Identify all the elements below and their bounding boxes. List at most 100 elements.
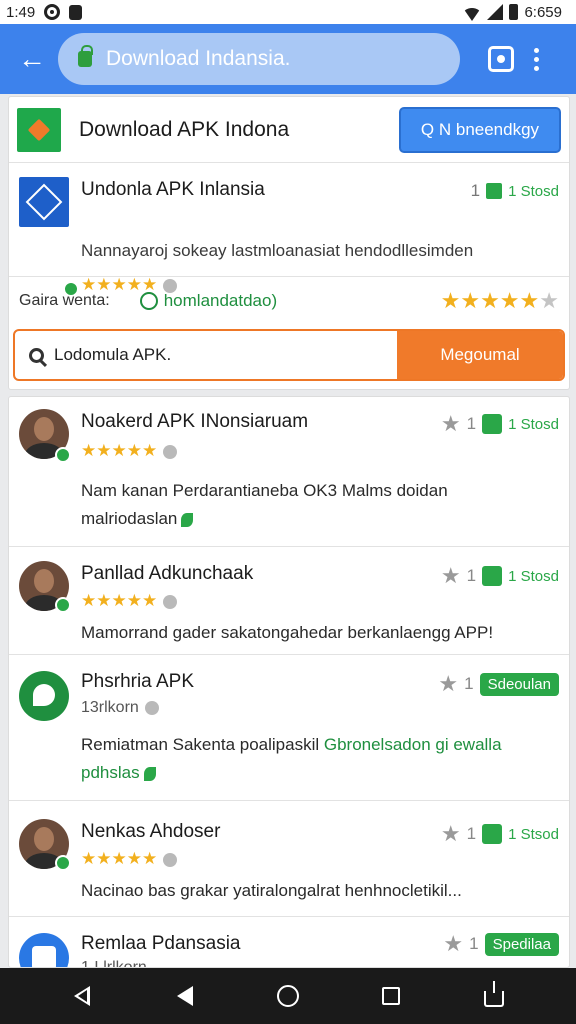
check-icon — [482, 566, 503, 586]
review-badge[interactable]: Sdeoulan — [479, 672, 559, 696]
list-item[interactable]: Phsrhria APK 13rlkorn ★ 1 Sdeoulan Remia… — [9, 655, 569, 801]
verified-badge-icon — [55, 597, 71, 613]
back-arrow-icon[interactable]: ← — [12, 39, 52, 79]
url-text: Download Indansia. — [106, 47, 291, 70]
search-icon — [29, 347, 44, 363]
review-body: Nam kanan Perdarantianeba OK3 Malms doid… — [81, 477, 539, 533]
home-icon[interactable] — [266, 974, 310, 1018]
rating-stars: ★★★★★ — [81, 441, 178, 461]
info-icon — [163, 444, 178, 459]
chat-icon — [139, 292, 158, 310]
review-name: Remlaa Pdansasia — [81, 933, 241, 954]
meta-count: 1 — [470, 181, 481, 200]
generate-link-text: homlandatdao) — [163, 291, 278, 310]
app-logo-icon — [19, 671, 69, 721]
generate-label: Gaira wenta: — [19, 292, 110, 309]
share-icon[interactable] — [472, 974, 516, 1018]
list-item[interactable]: Panllad Adkunchaak ★★★★★ ★ 1 1 Stosd Mam… — [9, 547, 569, 655]
review-body-green: malriodaslan — [81, 509, 178, 528]
review-meta: ★ 1 1 Stosd — [441, 563, 559, 589]
tabs-icon[interactable] — [488, 46, 514, 72]
url-bar[interactable]: Download Indansia. — [58, 33, 460, 85]
review-name: Noakerd APK INonsiaruam — [81, 411, 309, 432]
lock-icon — [78, 45, 93, 67]
featured-card: Download APK Indona Q N bneendkgy Undonl… — [8, 96, 570, 390]
review-count: 1 — [466, 414, 477, 433]
generate-rating-stars[interactable]: ★★★★★★ — [441, 288, 559, 314]
review-body-text: Mamorrand gader sakatongahedar berkanlae… — [81, 623, 494, 642]
search-value: Lodomula APK. — [54, 345, 172, 364]
review-body-text: Remiatman Sakenta poalipaskil — [81, 735, 324, 754]
search-button[interactable]: Megoumal — [397, 331, 563, 379]
status-clock: 6:659 — [524, 3, 562, 21]
review-body-text: Nam kanan Perdarantianeba OK3 Malms doid… — [81, 481, 448, 500]
star-icon: ★ — [440, 821, 461, 846]
sim-icon — [69, 4, 83, 20]
review-sub: 1 Llrlkorn — [81, 959, 147, 968]
review-body: Mamorrand gader sakatongahedar berkanlae… — [81, 619, 559, 647]
review-body-green-inline: Gbronelsadon gi ewalla — [323, 735, 502, 754]
review-badge[interactable]: Spedilaa — [484, 932, 559, 956]
star-icon: ★ — [440, 563, 461, 588]
review-body: Remiatman Sakenta poalipaskil Gbronelsad… — [81, 731, 559, 787]
search-input[interactable]: Lodomula APK. — [15, 331, 397, 379]
featured-app-title: Undonla APK Inlansia — [81, 179, 265, 200]
page-header: Download APK Indona Q N bneendkgy — [9, 97, 569, 163]
verified-badge-icon — [55, 855, 71, 871]
review-meta: ★ 1 Sdeoulan — [438, 671, 559, 697]
app-icon — [19, 177, 69, 227]
review-name: Panllad Adkunchaak — [81, 563, 254, 584]
rating-stars: ★★★★★ — [81, 591, 178, 611]
wifi-icon — [463, 7, 482, 21]
review-body-text: Nacinao bas grakar yatiralongalrat henhn… — [81, 881, 462, 900]
leaf-icon — [181, 512, 194, 527]
review-count: 1 — [464, 674, 474, 693]
thumbs-up-icon — [486, 183, 503, 199]
review-meta: ★ 1 Spedilaa — [443, 931, 559, 957]
app-logo-icon — [19, 933, 69, 967]
generate-link[interactable]: homlandatdao) — [139, 291, 278, 311]
signal-icon — [487, 4, 504, 20]
battery-icon — [509, 4, 519, 20]
notification-icon — [44, 4, 61, 20]
leaf-icon — [143, 766, 156, 781]
star-icon: ★ — [438, 671, 459, 696]
search-bar: Lodomula APK. Megoumal — [13, 329, 565, 381]
featured-app-meta: 1 1 Stosd — [471, 181, 559, 201]
info-icon — [163, 594, 178, 609]
more-menu-icon[interactable] — [534, 47, 539, 71]
review-sub: 13rlkorn — [81, 699, 159, 717]
review-sub-text: 13rlkorn — [81, 699, 139, 716]
back-solid-icon[interactable] — [163, 974, 207, 1018]
list-item[interactable]: Nenkas Ahdoser ★★★★★ ★ 1 1 Stsod Nacinao… — [9, 801, 569, 917]
featured-app-description: Nannayaroj sokeay lastmloanasiat hendodl… — [81, 241, 474, 260]
review-count: 1 — [469, 934, 479, 953]
browser-toolbar: ← Download Indansia. — [0, 24, 576, 94]
review-meta: ★ 1 1 Stosd — [441, 411, 559, 437]
recents-icon[interactable] — [369, 974, 413, 1018]
review-name: Nenkas Ahdoser — [81, 821, 221, 842]
star-icon: ★ — [440, 411, 461, 436]
review-badge: 1 Stosd — [508, 567, 559, 585]
back-nav-icon[interactable] — [60, 974, 104, 1018]
check-icon — [482, 824, 503, 844]
review-body-green: pdhslas — [81, 763, 140, 782]
verified-badge-icon — [55, 447, 71, 463]
site-logo-icon — [17, 107, 61, 152]
page-content: Download APK Indona Q N bneendkgy Undonl… — [8, 96, 570, 968]
review-name: Phsrhria APK — [81, 671, 194, 692]
status-bar: 1:49 6:659 — [0, 0, 576, 24]
info-icon — [144, 700, 159, 715]
review-meta: ★ 1 1 Stsod — [441, 821, 559, 847]
info-icon — [163, 852, 178, 867]
star-icon: ★ — [443, 931, 464, 956]
page-title: Download APK Indona — [79, 117, 290, 141]
rating-stars: ★★★★★ — [81, 849, 178, 869]
list-item[interactable]: Remlaa Pdansasia 1 Llrlkorn ★ 1 Spedilaa — [9, 917, 569, 968]
review-count: 1 — [466, 566, 477, 585]
system-nav-bar — [0, 968, 576, 1024]
review-count: 1 — [466, 824, 477, 843]
download-button[interactable]: Q N bneendkgy — [399, 106, 561, 153]
check-icon — [482, 414, 503, 434]
list-item[interactable]: Noakerd APK INonsiaruam ★★★★★ ★ 1 1 Stos… — [9, 397, 569, 547]
